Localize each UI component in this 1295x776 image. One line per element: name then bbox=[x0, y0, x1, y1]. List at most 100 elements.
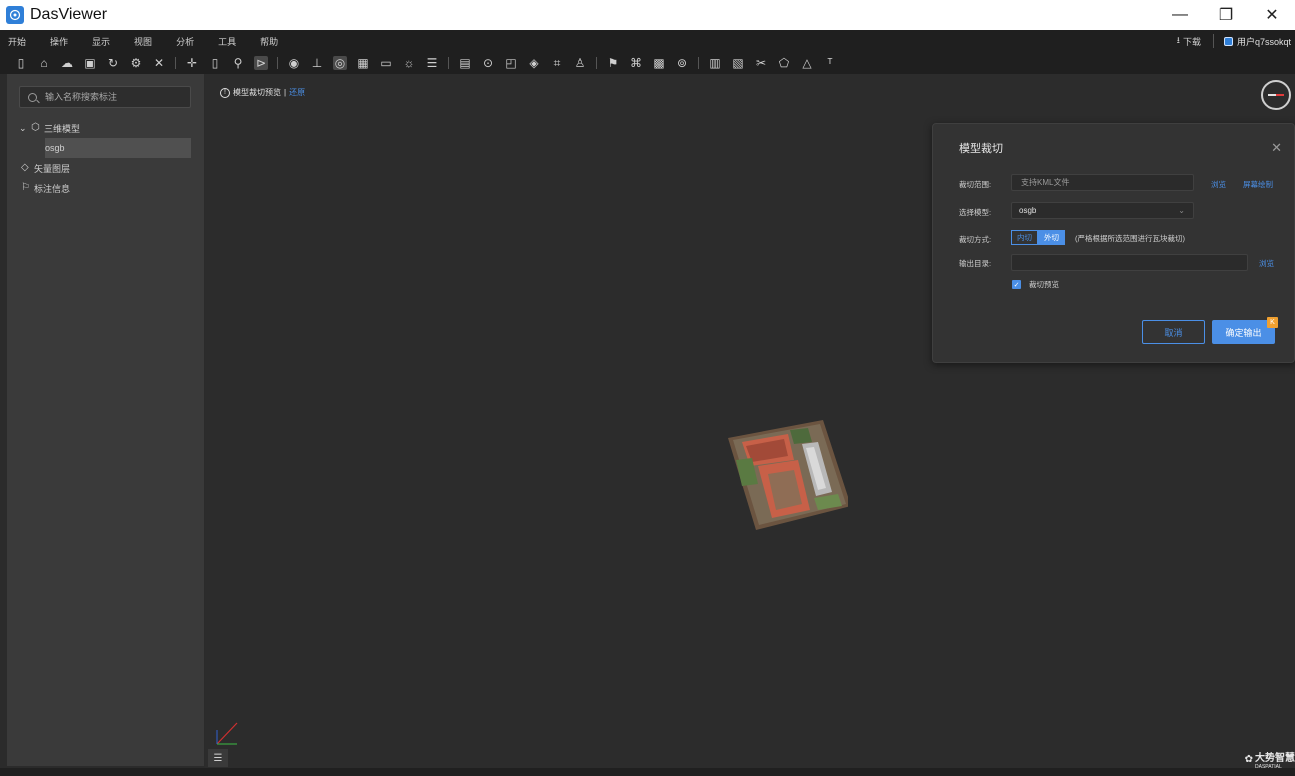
restore-button[interactable]: ❐ bbox=[1203, 0, 1249, 30]
compass-icon[interactable] bbox=[1261, 80, 1291, 110]
output-label: 输出目录: bbox=[959, 259, 992, 268]
menu-bar: 开始 操作 显示 视图 分析 工具 帮助 ⭳ 下载 用户q7ssokqt bbox=[0, 30, 1295, 52]
light-icon[interactable]: ☼ bbox=[402, 56, 416, 70]
flag-icon[interactable]: ⚑ bbox=[606, 56, 620, 70]
mode-outer-button[interactable]: 外切 bbox=[1038, 230, 1065, 245]
tile-icon[interactable]: ▧ bbox=[731, 56, 745, 70]
preview-notice-text: 模型裁切预览 bbox=[233, 88, 281, 97]
screen-icon[interactable]: ▭ bbox=[379, 56, 393, 70]
path-icon[interactable]: ⌘ bbox=[629, 56, 643, 70]
mode-inner-button[interactable]: 内切 bbox=[1011, 230, 1038, 245]
search-input[interactable] bbox=[45, 92, 185, 102]
cube-icon: ⬡ bbox=[31, 122, 40, 133]
select-icon[interactable]: ⊳ bbox=[254, 56, 268, 70]
toolbar-divider bbox=[448, 57, 449, 69]
layers-icon[interactable]: ◉ bbox=[287, 56, 301, 70]
list-icon[interactable]: ☰ bbox=[425, 56, 439, 70]
cloud-icon[interactable]: ☁ bbox=[60, 56, 74, 70]
layer-tree: ⌄ ⬡ 三维模型 osgb ◇ 矢量图层 ⚐ 标注信息 bbox=[7, 118, 204, 198]
search-icon bbox=[28, 92, 37, 102]
range-browse-link[interactable]: 浏览 bbox=[1211, 179, 1226, 190]
texture-icon[interactable]: ▩ bbox=[652, 56, 666, 70]
menu-analysis[interactable]: 分析 bbox=[176, 35, 194, 48]
screen-draw-link[interactable]: 屏幕绘制 bbox=[1243, 179, 1273, 190]
compass-needle bbox=[1268, 94, 1284, 96]
open-folder-icon[interactable]: ⌂ bbox=[37, 56, 51, 70]
toolbar-divider bbox=[698, 57, 699, 69]
axis-gizmo bbox=[216, 722, 238, 745]
model-select-value: osgb bbox=[1019, 206, 1037, 215]
grid-icon[interactable]: ▦ bbox=[356, 56, 370, 70]
tree-item-osgb[interactable]: osgb bbox=[45, 138, 191, 158]
download-button[interactable]: ⭳ 下载 bbox=[1177, 33, 1201, 49]
cut-icon[interactable]: ✂ bbox=[754, 56, 768, 70]
brand-name: 大势智慧 bbox=[1255, 753, 1295, 764]
measure-icon[interactable]: ⊥ bbox=[310, 56, 324, 70]
tree-item-vector-layer[interactable]: ◇ 矢量图层 bbox=[7, 158, 204, 178]
menu-tools[interactable]: 工具 bbox=[218, 35, 236, 48]
user-avatar-icon bbox=[1223, 36, 1233, 46]
osgb-model[interactable] bbox=[728, 420, 848, 530]
clip-mode-toggle: 内切 外切 bbox=[1011, 230, 1065, 245]
zoom-icon[interactable]: ⚲ bbox=[231, 56, 245, 70]
person-icon[interactable]: ♙ bbox=[573, 56, 587, 70]
text-icon[interactable]: ᵀ bbox=[823, 56, 837, 70]
tree-item-3d-models[interactable]: ⌄ ⬡ 三维模型 bbox=[7, 118, 204, 138]
toolbar-divider bbox=[175, 57, 176, 69]
layer-stack-icon[interactable]: ◈ bbox=[527, 56, 541, 70]
restore-link[interactable]: 还原 bbox=[289, 87, 305, 98]
pin-icon[interactable]: ⊚ bbox=[675, 56, 689, 70]
refresh-icon[interactable]: ↻ bbox=[106, 56, 120, 70]
toolbar-divider bbox=[277, 57, 278, 69]
model-select[interactable]: osgb ⌄ bbox=[1011, 202, 1194, 219]
output-dir-input[interactable] bbox=[1011, 254, 1248, 271]
polygon-icon[interactable]: ⬠ bbox=[777, 56, 791, 70]
document-icon[interactable]: ▯ bbox=[208, 56, 222, 70]
output-browse-link[interactable]: 浏览 bbox=[1259, 258, 1274, 269]
cancel-button[interactable]: 取消 bbox=[1142, 320, 1205, 344]
menu-display[interactable]: 显示 bbox=[92, 35, 110, 48]
clip-preview-checkbox[interactable]: ✓ 裁切预览 bbox=[1012, 279, 1059, 290]
menu-start[interactable]: 开始 bbox=[8, 35, 26, 48]
new-file-icon[interactable]: ▯ bbox=[14, 56, 28, 70]
window-titlebar: DasViewer — ❐ ✕ bbox=[0, 0, 1295, 30]
close-scene-icon[interactable]: ✕ bbox=[152, 56, 166, 70]
layer-list-icon[interactable]: ☰ bbox=[208, 749, 228, 767]
clip-icon[interactable]: ⌗ bbox=[550, 56, 564, 70]
checkbox-checked-icon[interactable]: ✓ bbox=[1012, 280, 1021, 289]
tree-item-label: 矢量图层 bbox=[34, 163, 71, 174]
tree-item-label: osgb bbox=[45, 143, 65, 153]
layer-panel: ⌄ ⬡ 三维模型 osgb ◇ 矢量图层 ⚐ 标注信息 bbox=[7, 74, 204, 766]
status-bar bbox=[0, 768, 1295, 776]
annotation-search[interactable] bbox=[19, 86, 191, 108]
model-icon[interactable]: ◎ bbox=[333, 56, 347, 70]
toolbar: ▯ ⌂ ☁ ▣ ↻ ⚙ ✕ ✛ ▯ ⚲ ⊳ ◉ ⊥ ◎ ▦ ▭ ☼ ☰ ▤ ⊙ … bbox=[0, 52, 1295, 74]
toolbar-divider bbox=[596, 57, 597, 69]
confirm-output-button[interactable]: 确定输出 K bbox=[1212, 317, 1278, 344]
confirm-output-label: 确定输出 bbox=[1225, 327, 1262, 338]
tree-item-annotations[interactable]: ⚐ 标注信息 bbox=[7, 178, 204, 198]
move-icon[interactable]: ✛ bbox=[185, 56, 199, 70]
save-icon[interactable]: ▣ bbox=[83, 56, 97, 70]
crop-icon[interactable]: ◰ bbox=[504, 56, 518, 70]
chevron-down-icon[interactable]: ⌄ bbox=[19, 123, 29, 134]
model-clip-dialog: 模型裁切 ✕ 裁切范围: 支持KML文件 浏览 屏幕绘制 选择模型: osgb … bbox=[932, 123, 1295, 363]
dialog-title: 模型裁切 bbox=[959, 143, 1003, 155]
user-account[interactable]: 用户q7ssokqt bbox=[1223, 35, 1291, 48]
menu-view[interactable]: 视图 bbox=[134, 35, 152, 48]
image-icon[interactable]: ▥ bbox=[708, 56, 722, 70]
range-input[interactable]: 支持KML文件 bbox=[1011, 174, 1194, 191]
target-icon[interactable]: ⊙ bbox=[481, 56, 495, 70]
menu-operate[interactable]: 操作 bbox=[50, 35, 68, 48]
settings-icon[interactable]: ⚙ bbox=[129, 56, 143, 70]
close-window-button[interactable]: ✕ bbox=[1249, 0, 1295, 30]
close-icon[interactable]: ✕ bbox=[1271, 140, 1282, 156]
user-name: 用户q7ssokqt bbox=[1236, 36, 1291, 47]
tree-item-label: 标注信息 bbox=[34, 183, 71, 194]
warning-icon[interactable]: △ bbox=[800, 56, 814, 70]
mode-note: (严格根据所选范围进行瓦块裁切) bbox=[1075, 234, 1185, 243]
minimize-button[interactable]: — bbox=[1157, 0, 1203, 30]
range-label: 裁切范围: bbox=[959, 180, 992, 189]
export-icon[interactable]: ▤ bbox=[458, 56, 472, 70]
menu-help[interactable]: 帮助 bbox=[260, 35, 278, 48]
